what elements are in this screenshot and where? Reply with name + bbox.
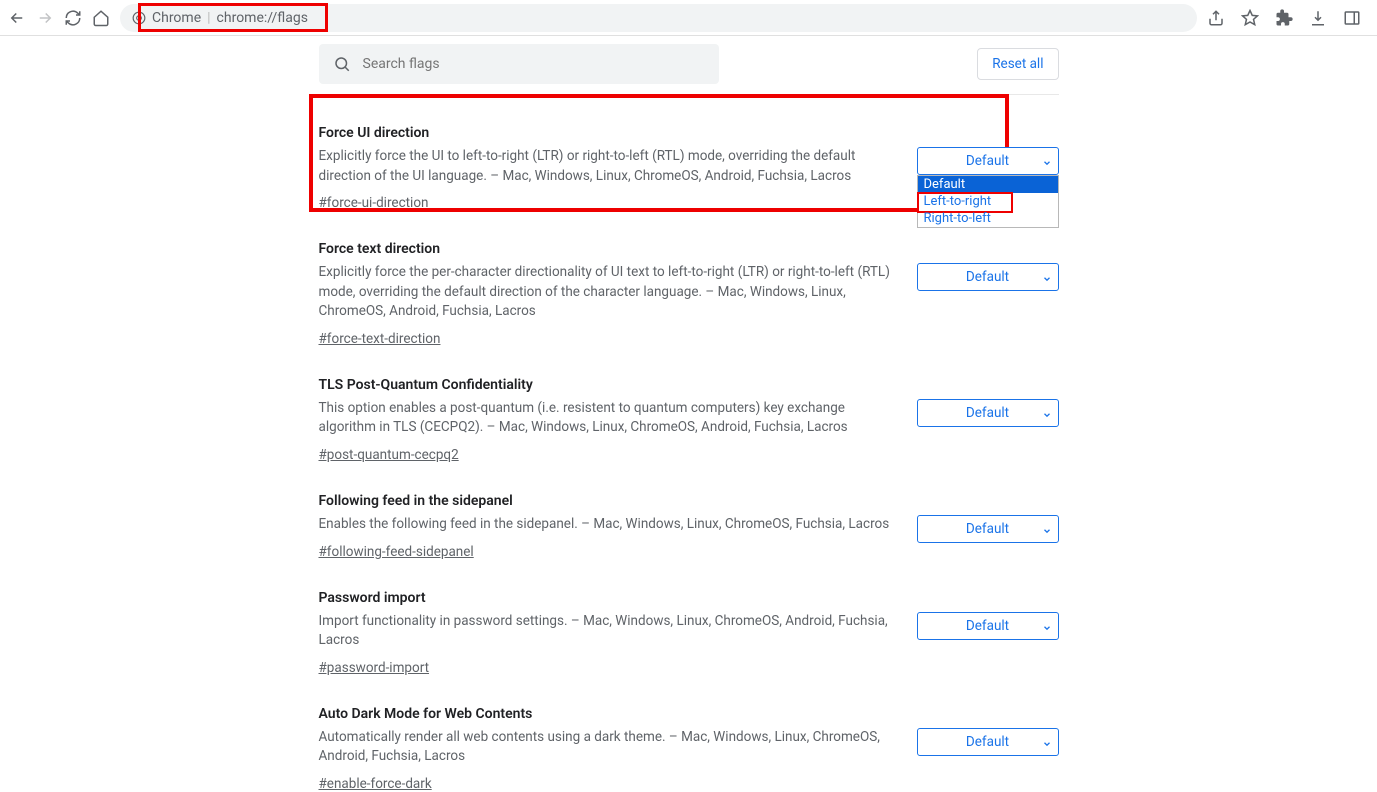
flag-description: Enables the following feed in the sidepa…	[319, 515, 897, 535]
flag-item: Force UI direction Explicitly force the U…	[319, 95, 1059, 211]
flag-title: TLS Post-Quantum Confidentiality	[319, 377, 897, 393]
flag-hash-link[interactable]: #post-quantum-cecpq2	[319, 447, 459, 463]
chevron-down-icon	[1042, 272, 1052, 288]
flag-description: Automatically render all web contents us…	[319, 728, 897, 767]
flag-item: Auto Dark Mode for Web Contents Automatic…	[319, 676, 1059, 792]
flag-title: Following feed in the sidepanel	[319, 493, 897, 509]
search-input[interactable]	[363, 56, 705, 72]
flag-select[interactable]: Default	[917, 515, 1059, 543]
flag-description: Explicitly force the per-character direc…	[319, 263, 897, 322]
sidepanel-icon[interactable]	[1343, 9, 1361, 27]
flag-hash-link[interactable]: #enable-force-dark	[319, 776, 432, 792]
search-icon	[333, 55, 351, 73]
dropdown-option[interactable]: Default	[918, 176, 1058, 193]
flag-description: This option enables a post-quantum (i.e.…	[319, 399, 897, 438]
forward-icon	[36, 9, 54, 27]
reset-all-button[interactable]: Reset all	[977, 48, 1058, 80]
bookmark-star-icon[interactable]	[1241, 9, 1259, 27]
chevron-down-icon	[1042, 621, 1052, 637]
chevron-down-icon	[1042, 156, 1052, 172]
flag-description: Explicitly force the UI to left-to-right…	[319, 147, 897, 186]
flag-select-value: Default	[966, 269, 1009, 285]
flag-hash-link[interactable]: #password-import	[319, 660, 430, 676]
flag-select-value: Default	[966, 153, 1009, 169]
extensions-icon[interactable]	[1275, 9, 1293, 27]
dropdown-option[interactable]: Left-to-right	[918, 193, 1058, 210]
flag-hash-link[interactable]: #following-feed-sidepanel	[319, 544, 474, 560]
flag-title: Password import	[319, 590, 897, 606]
flag-select-value: Default	[966, 734, 1009, 750]
dropdown-option[interactable]: Right-to-left	[918, 210, 1058, 227]
flag-select-value: Default	[966, 405, 1009, 421]
flag-hash-link[interactable]: #force-text-direction	[319, 331, 441, 347]
downloads-icon[interactable]	[1309, 9, 1327, 27]
address-bar[interactable]: Chrome | chrome://flags	[120, 4, 1197, 32]
share-icon[interactable]	[1207, 9, 1225, 27]
back-icon[interactable]	[8, 9, 26, 27]
address-scheme-label: Chrome	[152, 10, 201, 26]
flag-description: Import functionality in password setting…	[319, 612, 897, 651]
chevron-down-icon	[1042, 524, 1052, 540]
flag-item: Password import Import functionality in p…	[319, 560, 1059, 676]
flag-hash-link[interactable]: #force-ui-direction	[319, 195, 429, 211]
flag-select[interactable]: Default	[917, 263, 1059, 291]
search-box[interactable]	[319, 44, 719, 84]
reload-icon[interactable]	[64, 9, 82, 27]
flag-select[interactable]: Default	[917, 147, 1059, 175]
flag-select[interactable]: Default	[917, 728, 1059, 756]
toolbar-right	[1207, 9, 1369, 27]
flag-select[interactable]: Default	[917, 612, 1059, 640]
browser-toolbar: Chrome | chrome://flags	[0, 0, 1377, 36]
flag-item: Following feed in the sidepanel Enables t…	[319, 463, 1059, 560]
home-icon[interactable]	[92, 9, 110, 27]
chrome-icon	[132, 11, 146, 25]
flag-select-dropdown[interactable]: DefaultLeft-to-rightRight-to-left	[917, 175, 1059, 228]
flag-title: Auto Dark Mode for Web Contents	[319, 706, 897, 722]
flag-select-value: Default	[966, 521, 1009, 537]
chevron-down-icon	[1042, 408, 1052, 424]
address-url: chrome://flags	[217, 10, 308, 26]
flag-title: Force text direction	[319, 241, 897, 257]
flag-item: TLS Post-Quantum Confidentiality This opt…	[319, 347, 1059, 463]
flag-select-value: Default	[966, 618, 1009, 634]
flags-content: Reset all Force UI direction Explicitly f…	[319, 36, 1059, 792]
chevron-down-icon	[1042, 737, 1052, 753]
flag-title: Force UI direction	[319, 125, 897, 141]
flag-item: Force text direction Explicitly force the…	[319, 211, 1059, 347]
flag-select[interactable]: Default	[917, 399, 1059, 427]
